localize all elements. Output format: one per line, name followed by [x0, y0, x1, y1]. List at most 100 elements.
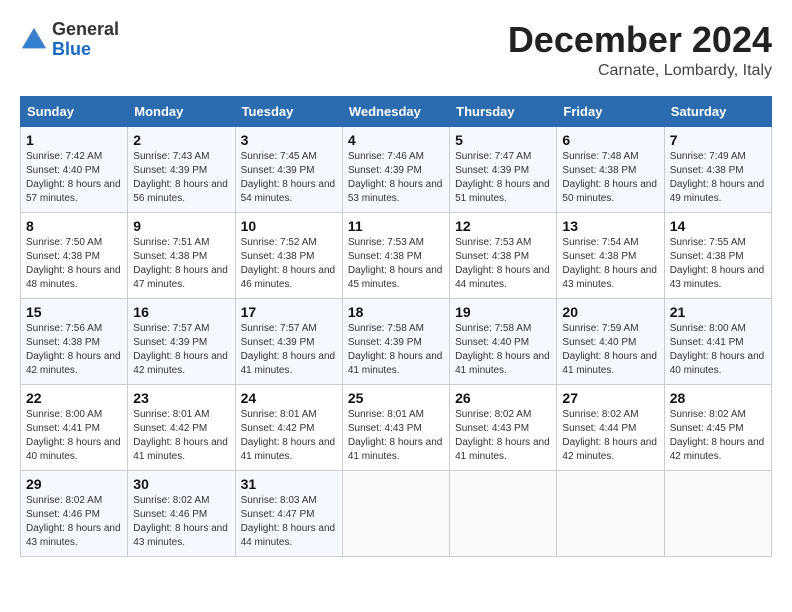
- day-number: 7: [670, 132, 766, 148]
- day-number: 8: [26, 218, 122, 234]
- cell-content: Sunrise: 7:51 AMSunset: 4:38 PMDaylight:…: [133, 237, 228, 290]
- calendar-cell: 25 Sunrise: 8:01 AMSunset: 4:43 PMDayligh…: [342, 384, 449, 470]
- header-saturday: Saturday: [664, 96, 771, 126]
- calendar-cell: 15 Sunrise: 7:56 AMSunset: 4:38 PMDayligh…: [21, 298, 128, 384]
- calendar-cell: 9 Sunrise: 7:51 AMSunset: 4:38 PMDaylight…: [128, 212, 235, 298]
- cell-content: Sunrise: 7:52 AMSunset: 4:38 PMDaylight:…: [241, 237, 336, 290]
- calendar-cell: [342, 470, 449, 556]
- calendar-cell: 20Sunrise: 7:59 AMSunset: 4:40 PMDayligh…: [557, 298, 664, 384]
- cell-content: Sunrise: 7:50 AMSunset: 4:38 PMDaylight:…: [26, 237, 121, 290]
- calendar-cell: 24Sunrise: 8:01 AMSunset: 4:42 PMDayligh…: [235, 384, 342, 470]
- cell-content: Sunrise: 7:53 AMSunset: 4:38 PMDaylight:…: [455, 237, 550, 290]
- cell-content: Sunrise: 7:55 AMSunset: 4:38 PMDaylight:…: [670, 237, 765, 290]
- cell-content: Sunrise: 7:57 AMSunset: 4:39 PMDaylight:…: [133, 323, 228, 376]
- calendar-cell: 16 Sunrise: 7:57 AMSunset: 4:39 PMDayligh…: [128, 298, 235, 384]
- day-number: 26: [455, 390, 551, 406]
- calendar-cell: 13 Sunrise: 7:54 AMSunset: 4:38 PMDayligh…: [557, 212, 664, 298]
- day-number: 3: [241, 132, 337, 148]
- calendar-cell: 21Sunrise: 8:00 AMSunset: 4:41 PMDayligh…: [664, 298, 771, 384]
- calendar-cell: 12 Sunrise: 7:53 AMSunset: 4:38 PMDayligh…: [450, 212, 557, 298]
- cell-content: Sunrise: 7:49 AMSunset: 4:38 PMDaylight:…: [670, 151, 765, 204]
- logo-blue: Blue: [52, 39, 91, 59]
- calendar-cell: 1 Sunrise: 7:42 AMSunset: 4:40 PMDaylight…: [21, 126, 128, 212]
- day-number: 13: [562, 218, 658, 234]
- day-number: 28: [670, 390, 766, 406]
- cell-content: Sunrise: 7:58 AMSunset: 4:40 PMDaylight:…: [455, 323, 550, 376]
- day-number: 31: [241, 476, 337, 492]
- calendar-cell: 4 Sunrise: 7:46 AMSunset: 4:39 PMDaylight…: [342, 126, 449, 212]
- logo-text: General Blue: [52, 20, 119, 60]
- cell-content: Sunrise: 7:57 AMSunset: 4:39 PMDaylight:…: [241, 323, 336, 376]
- calendar-cell: 31 Sunrise: 8:03 AMSunset: 4:47 PMDayligh…: [235, 470, 342, 556]
- day-number: 10: [241, 218, 337, 234]
- cell-content: Sunrise: 8:03 AMSunset: 4:47 PMDaylight:…: [241, 495, 336, 548]
- calendar-cell: 14 Sunrise: 7:55 AMSunset: 4:38 PMDayligh…: [664, 212, 771, 298]
- day-number: 14: [670, 218, 766, 234]
- header-sunday: Sunday: [21, 96, 128, 126]
- calendar-cell: 26Sunrise: 8:02 AMSunset: 4:43 PMDayligh…: [450, 384, 557, 470]
- cell-content: Sunrise: 8:01 AMSunset: 4:43 PMDaylight:…: [348, 409, 443, 462]
- calendar-cell: 6 Sunrise: 7:48 AMSunset: 4:38 PMDaylight…: [557, 126, 664, 212]
- calendar-cell: 8 Sunrise: 7:50 AMSunset: 4:38 PMDaylight…: [21, 212, 128, 298]
- calendar-week-1: 1 Sunrise: 7:42 AMSunset: 4:40 PMDaylight…: [21, 126, 772, 212]
- calendar-week-4: 22 Sunrise: 8:00 AMSunset: 4:41 PMDayligh…: [21, 384, 772, 470]
- logo-general: General: [52, 19, 119, 39]
- day-number: 16: [133, 304, 229, 320]
- cell-content: Sunrise: 8:02 AMSunset: 4:44 PMDaylight:…: [562, 409, 657, 462]
- cell-content: Sunrise: 7:48 AMSunset: 4:38 PMDaylight:…: [562, 151, 657, 204]
- cell-content: Sunrise: 8:02 AMSunset: 4:45 PMDaylight:…: [670, 409, 765, 462]
- cell-content: Sunrise: 7:54 AMSunset: 4:38 PMDaylight:…: [562, 237, 657, 290]
- day-number: 9: [133, 218, 229, 234]
- day-number: 23: [133, 390, 229, 406]
- day-number: 2: [133, 132, 229, 148]
- cell-content: Sunrise: 7:42 AMSunset: 4:40 PMDaylight:…: [26, 151, 121, 204]
- cell-content: Sunrise: 7:46 AMSunset: 4:39 PMDaylight:…: [348, 151, 443, 204]
- cell-content: Sunrise: 8:02 AMSunset: 4:46 PMDaylight:…: [133, 495, 228, 548]
- calendar-table: SundayMondayTuesdayWednesdayThursdayFrid…: [20, 96, 772, 557]
- day-number: 25: [348, 390, 444, 406]
- day-number: 19: [455, 304, 551, 320]
- cell-content: Sunrise: 7:43 AMSunset: 4:39 PMDaylight:…: [133, 151, 228, 204]
- cell-content: Sunrise: 7:56 AMSunset: 4:38 PMDaylight:…: [26, 323, 121, 376]
- cell-content: Sunrise: 7:58 AMSunset: 4:39 PMDaylight:…: [348, 323, 443, 376]
- calendar-cell: 22 Sunrise: 8:00 AMSunset: 4:41 PMDayligh…: [21, 384, 128, 470]
- calendar-cell: 19 Sunrise: 7:58 AMSunset: 4:40 PMDayligh…: [450, 298, 557, 384]
- calendar-cell: 30 Sunrise: 8:02 AMSunset: 4:46 PMDayligh…: [128, 470, 235, 556]
- cell-content: Sunrise: 8:00 AMSunset: 4:41 PMDaylight:…: [670, 323, 765, 376]
- calendar-cell: 17Sunrise: 7:57 AMSunset: 4:39 PMDayligh…: [235, 298, 342, 384]
- calendar-cell: 5Sunrise: 7:47 AMSunset: 4:39 PMDaylight…: [450, 126, 557, 212]
- logo: General Blue: [20, 20, 119, 60]
- day-number: 20: [562, 304, 658, 320]
- day-number: 4: [348, 132, 444, 148]
- day-number: 15: [26, 304, 122, 320]
- calendar-week-3: 15 Sunrise: 7:56 AMSunset: 4:38 PMDayligh…: [21, 298, 772, 384]
- calendar-cell: 7 Sunrise: 7:49 AMSunset: 4:38 PMDaylight…: [664, 126, 771, 212]
- calendar-cell: 18Sunrise: 7:58 AMSunset: 4:39 PMDayligh…: [342, 298, 449, 384]
- calendar-cell: 28 Sunrise: 8:02 AMSunset: 4:45 PMDayligh…: [664, 384, 771, 470]
- logo-icon: [20, 26, 48, 54]
- calendar-cell: 2 Sunrise: 7:43 AMSunset: 4:39 PMDaylight…: [128, 126, 235, 212]
- calendar-cell: 27Sunrise: 8:02 AMSunset: 4:44 PMDayligh…: [557, 384, 664, 470]
- location: Carnate, Lombardy, Italy: [508, 62, 772, 80]
- month-title: December 2024: [508, 20, 772, 60]
- day-number: 29: [26, 476, 122, 492]
- calendar-cell: 10 Sunrise: 7:52 AMSunset: 4:38 PMDayligh…: [235, 212, 342, 298]
- day-number: 1: [26, 132, 122, 148]
- day-number: 12: [455, 218, 551, 234]
- header-friday: Friday: [557, 96, 664, 126]
- day-number: 6: [562, 132, 658, 148]
- calendar-cell: 3Sunrise: 7:45 AMSunset: 4:39 PMDaylight…: [235, 126, 342, 212]
- day-number: 30: [133, 476, 229, 492]
- day-number: 22: [26, 390, 122, 406]
- header-wednesday: Wednesday: [342, 96, 449, 126]
- calendar-body: 1 Sunrise: 7:42 AMSunset: 4:40 PMDaylight…: [21, 126, 772, 556]
- header-monday: Monday: [128, 96, 235, 126]
- cell-content: Sunrise: 8:00 AMSunset: 4:41 PMDaylight:…: [26, 409, 121, 462]
- header-thursday: Thursday: [450, 96, 557, 126]
- calendar-cell: 23 Sunrise: 8:01 AMSunset: 4:42 PMDayligh…: [128, 384, 235, 470]
- cell-content: Sunrise: 8:02 AMSunset: 4:46 PMDaylight:…: [26, 495, 121, 548]
- cell-content: Sunrise: 8:01 AMSunset: 4:42 PMDaylight:…: [133, 409, 228, 462]
- calendar-header-row: SundayMondayTuesdayWednesdayThursdayFrid…: [21, 96, 772, 126]
- cell-content: Sunrise: 8:01 AMSunset: 4:42 PMDaylight:…: [241, 409, 336, 462]
- calendar-cell: 11Sunrise: 7:53 AMSunset: 4:38 PMDayligh…: [342, 212, 449, 298]
